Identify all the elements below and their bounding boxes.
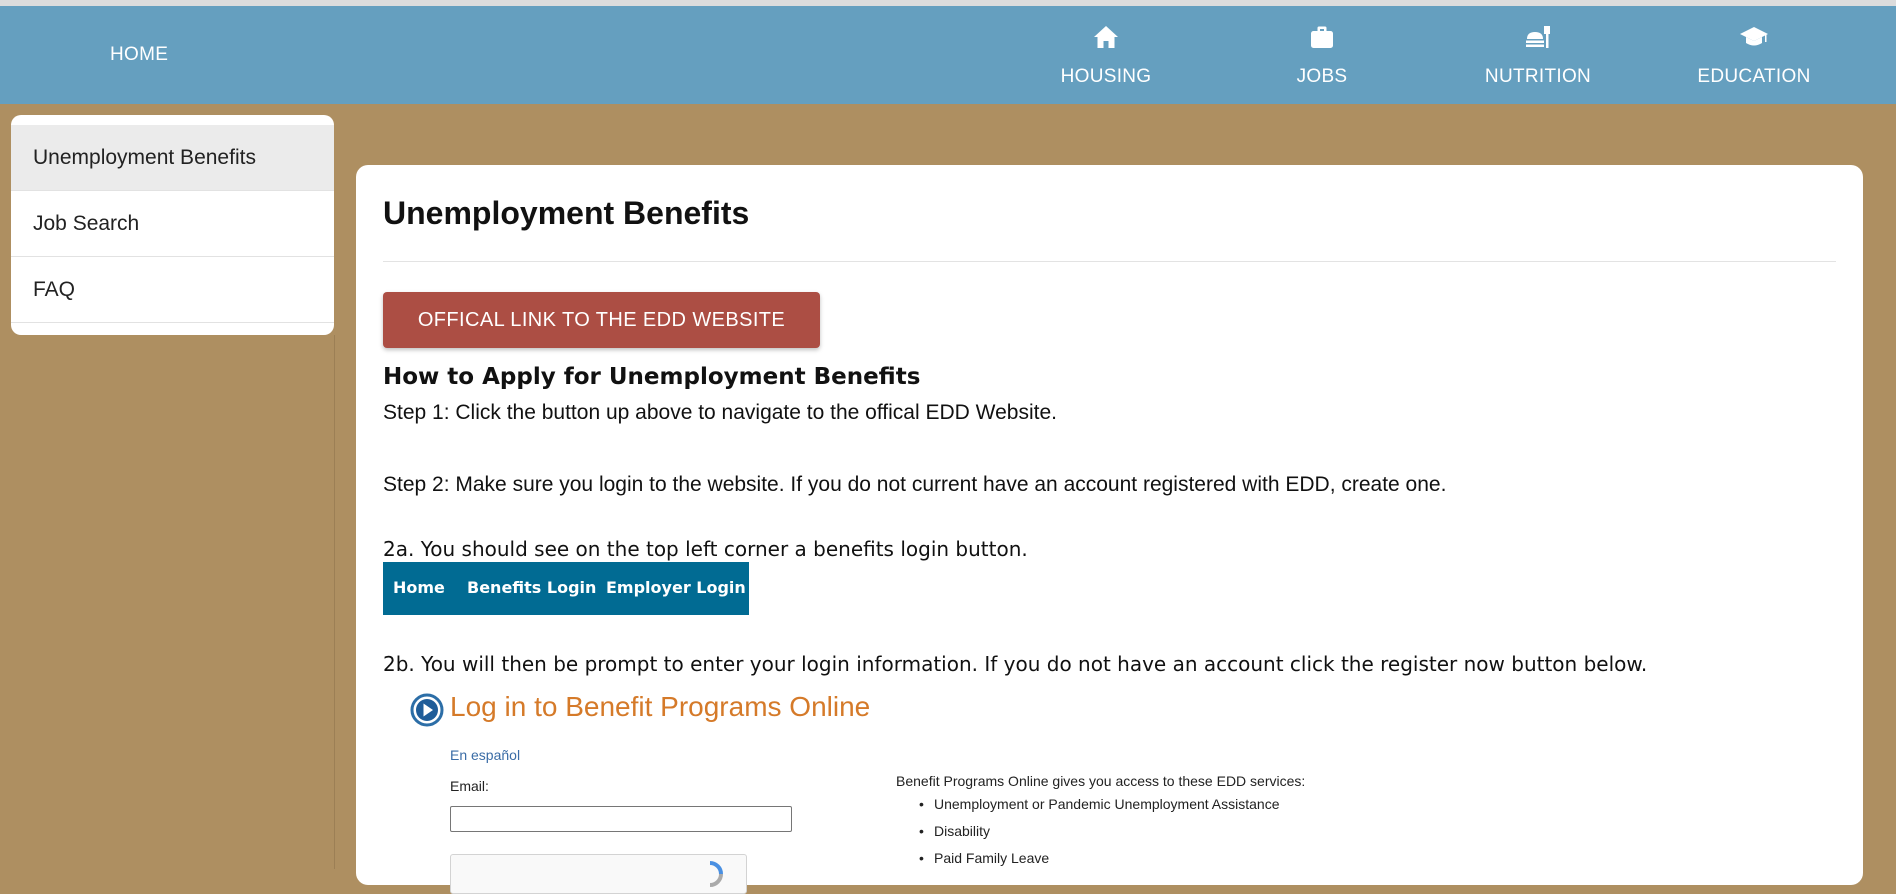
bpo-services-list: Unemployment or Pandemic Unemployment As…	[896, 791, 1280, 872]
edd-nav-employer-login: Employer Login	[606, 578, 746, 597]
recaptcha-box[interactable]	[450, 854, 747, 894]
recaptcha-icon	[709, 861, 723, 887]
nav-home-link[interactable]: HOME	[110, 44, 168, 66]
step-2-text: Step 2: Make sure you login to the websi…	[383, 473, 1447, 496]
step-1-text: Step 1: Click the button up above to nav…	[383, 401, 1057, 424]
edd-nav-home: Home	[393, 578, 445, 597]
sidebar-item-unemployment-benefits[interactable]: Unemployment Benefits	[11, 125, 334, 191]
step-2a-text: 2a. You should see on the top left corne…	[383, 537, 1028, 561]
sidebar-item-job-search[interactable]: Job Search	[11, 191, 334, 257]
page-title: Unemployment Benefits	[383, 195, 750, 231]
nav-label-jobs: JOBS	[1296, 66, 1348, 87]
nav-item-housing[interactable]: HOUSING	[1026, 22, 1186, 88]
nav-item-jobs[interactable]: JOBS	[1242, 22, 1402, 88]
bpo-intro-text: Benefit Programs Online gives you access…	[896, 773, 1306, 789]
title-divider	[383, 261, 1836, 262]
nav-item-nutrition[interactable]: NUTRITION	[1458, 22, 1618, 88]
login-title-text: Log in to Benefit Programs Online	[450, 691, 871, 722]
nav-item-education[interactable]: EDUCATION	[1674, 22, 1834, 88]
email-label: Email:	[450, 778, 489, 794]
edd-nav-benefits-login: Benefits Login	[467, 578, 597, 597]
play-circle-icon	[410, 693, 444, 727]
list-item: Disability	[919, 818, 1280, 845]
list-item: Unemployment or Pandemic Unemployment As…	[919, 791, 1279, 818]
graduation-cap-icon	[1740, 27, 1768, 46]
food-icon	[1526, 26, 1550, 48]
nav-label-education: EDUCATION	[1697, 66, 1811, 87]
espanol-link[interactable]: En español	[450, 747, 520, 763]
email-field[interactable]	[450, 806, 792, 832]
edd-nav-screenshot: Home Benefits Login Employer Login	[383, 562, 749, 615]
home-icon	[1094, 26, 1118, 48]
main-content-card: Unemployment Benefits OFFICAL LINK TO TH…	[356, 165, 1863, 894]
sidebar-divider	[334, 335, 335, 869]
sidebar-item-faq[interactable]: FAQ	[11, 257, 334, 323]
list-item: Paid Family Leave	[919, 845, 1280, 872]
nav-label-housing: HOUSING	[1060, 66, 1152, 87]
nav-label-nutrition: NUTRITION	[1484, 66, 1592, 87]
edd-website-button[interactable]: OFFICAL LINK TO THE EDD WEBSITE	[383, 292, 820, 348]
top-navbar: HOME HOUSING JOBS NUTRITION EDUCATION	[0, 6, 1896, 104]
step-2b-text: 2b. You will then be prompt to enter you…	[383, 652, 1648, 676]
section-heading: How to Apply for Unemployment Benefits	[383, 364, 921, 390]
briefcase-icon	[1311, 26, 1333, 48]
sidebar: Unemployment Benefits Job Search FAQ	[11, 115, 334, 335]
